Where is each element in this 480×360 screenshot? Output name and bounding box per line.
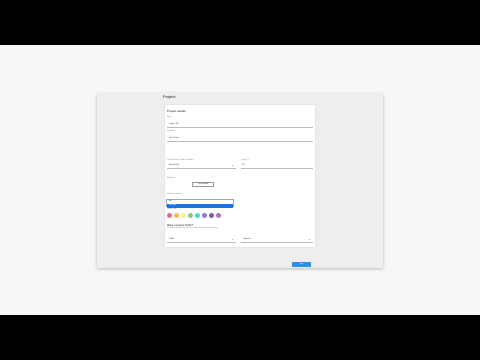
description-input[interactable]: Test Project: [169, 137, 179, 139]
project-form-card: Project details Name Project 34 Descript…: [165, 105, 315, 247]
color-swatch[interactable]: [216, 213, 221, 218]
window-title: Project: [163, 94, 176, 99]
description-underline: [167, 141, 313, 142]
color-swatch[interactable]: [195, 213, 200, 218]
members-label: Add project members: [167, 194, 183, 195]
name-label: Name: [167, 117, 172, 118]
public-visibility-select[interactable]: Public: [169, 238, 174, 240]
owner-chevron-down-icon[interactable]: ▾: [232, 164, 233, 167]
public-visibility-underline: [167, 242, 236, 243]
owner-underline: [167, 168, 236, 169]
description-label: Description: [167, 131, 175, 132]
color-swatch[interactable]: [181, 213, 186, 218]
color-swatch[interactable]: [174, 213, 179, 218]
pick-file-button[interactable]: Pick a file/image: [192, 182, 214, 187]
letterbox-bottom: [0, 315, 480, 360]
public-option-underline: [241, 242, 313, 243]
color-swatch[interactable]: [188, 213, 193, 218]
priority-label: Priority (%): [241, 160, 249, 161]
color-swatch[interactable]: [167, 213, 172, 218]
letterbox-top: [0, 0, 480, 45]
color-label: Project Color: [167, 209, 177, 210]
member-option-selected[interactable]: Jhon Smith: [167, 204, 233, 208]
owner-label: Owner (Optional, Visible to members): [167, 160, 194, 161]
priority-underline: [241, 168, 313, 169]
members-listbox[interactable]: Alex Jhon Smith: [166, 199, 234, 208]
owner-select[interactable]: Jhon Smith: [169, 164, 179, 166]
color-swatch[interactable]: [209, 213, 214, 218]
public-section-title: Make a project Public?: [167, 224, 194, 227]
public-section-subtitle: This will make the project visible to al…: [167, 228, 218, 229]
public-option-select[interactable]: Optional: [243, 238, 250, 240]
form-title: Project details: [167, 109, 186, 113]
attachment-label: Attachment: [167, 178, 176, 179]
name-input[interactable]: Project 34: [169, 123, 178, 125]
save-button[interactable]: Save: [292, 262, 311, 267]
public-visibility-chevron-down-icon[interactable]: ▾: [232, 238, 233, 241]
color-swatch[interactable]: [202, 213, 207, 218]
name-underline: [167, 127, 313, 128]
priority-input[interactable]: 50: [242, 164, 244, 166]
public-option-chevron-down-icon[interactable]: ▾: [309, 238, 310, 241]
project-window: Project Project details Name Project 34 …: [97, 93, 383, 268]
